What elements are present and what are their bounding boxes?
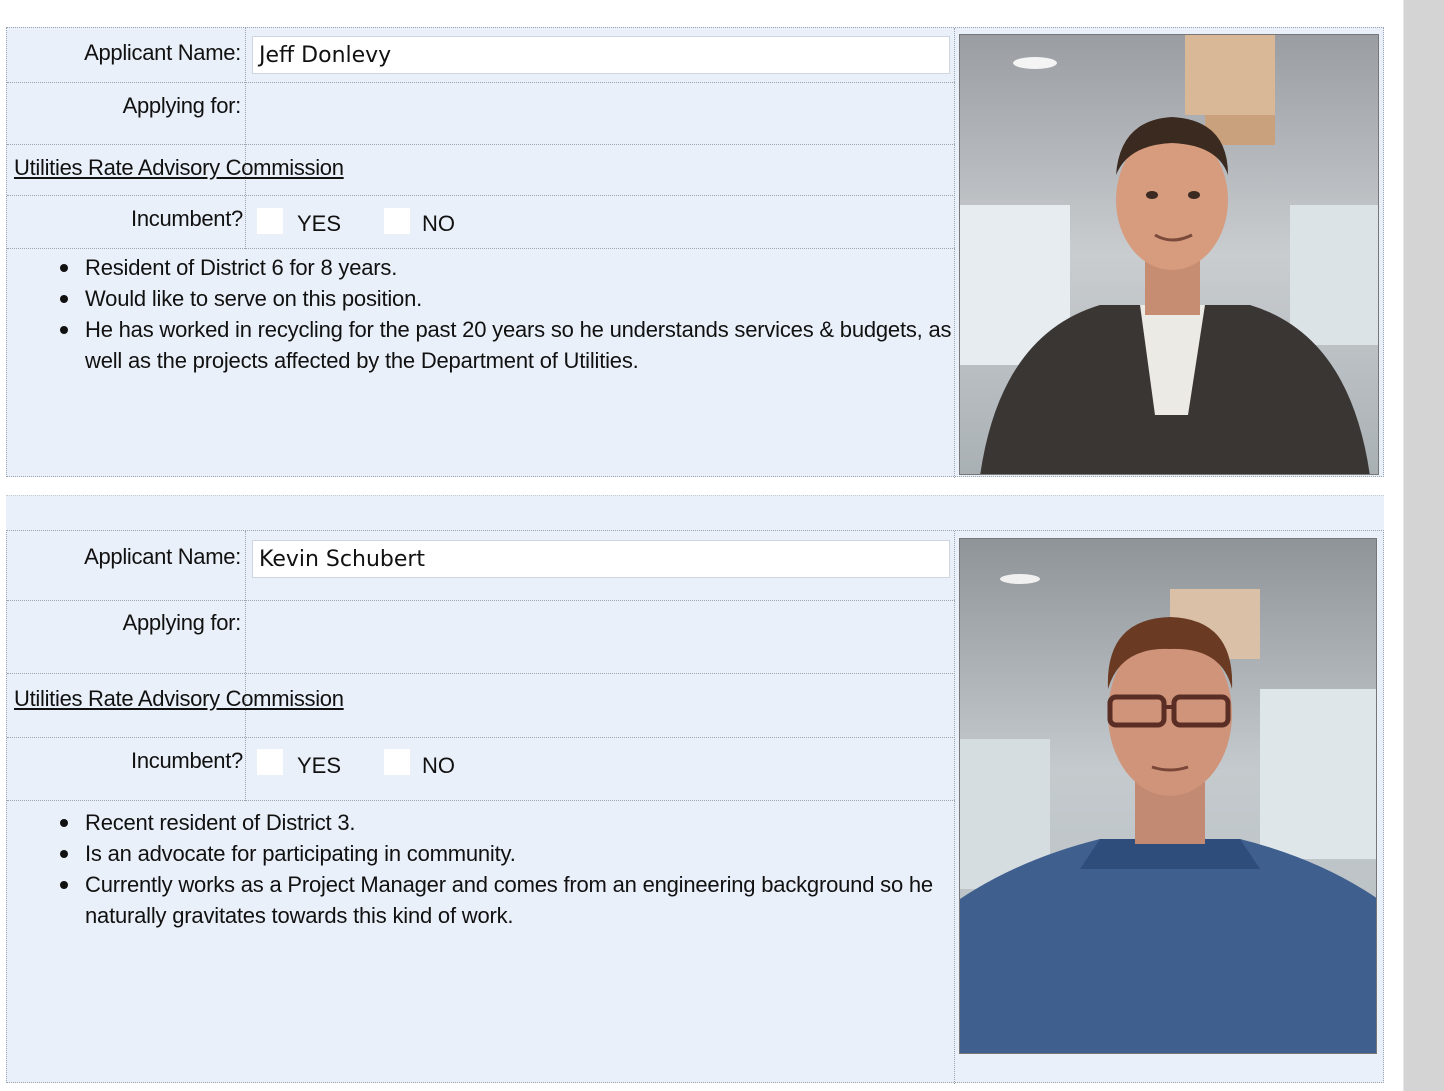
spacer — [6, 495, 1384, 531]
photo-divider — [954, 28, 955, 478]
column-divider — [245, 28, 246, 249]
vertical-scrollbar[interactable] — [1403, 0, 1444, 1091]
yes-label: YES — [297, 753, 342, 778]
applicant-name-label: Applicant Name: — [84, 544, 241, 569]
list-item: Is an advocate for participating in comm… — [7, 838, 952, 869]
incumbent-label: Incumbent? — [131, 748, 243, 773]
incumbent-yes-checkbox[interactable] — [257, 749, 283, 775]
no-label: NO — [422, 211, 455, 236]
applying-for-label: Applying for: — [122, 93, 242, 118]
commission-link[interactable]: Utilities Rate Advisory Commission — [14, 686, 344, 712]
yes-label: YES — [297, 211, 342, 236]
column-divider — [245, 531, 246, 801]
applicant-card: Applicant Name: Jeff Donlevy Applying fo… — [6, 27, 1384, 478]
commission-link[interactable]: Utilities Rate Advisory Commission — [14, 155, 344, 181]
list-item: Resident of District 6 for 8 years. — [7, 252, 952, 283]
list-item: Recent resident of District 3. — [7, 807, 952, 838]
list-item: Currently works as a Project Manager and… — [7, 869, 952, 931]
applicant-card: Applicant Name: Kevin Schubert Applying … — [6, 530, 1384, 1084]
list-item: Would like to serve on this position. — [7, 283, 952, 314]
incumbent-no-checkbox[interactable] — [384, 749, 410, 775]
document-page: Applicant Name: Jeff Donlevy Applying fo… — [0, 0, 1444, 1091]
applicant-notes-list: Recent resident of District 3. Is an adv… — [7, 807, 952, 931]
incumbent-no-checkbox[interactable] — [384, 208, 410, 234]
incumbent-yes-checkbox[interactable] — [257, 208, 283, 234]
applicant-photo — [959, 34, 1379, 475]
applying-for-label: Applying for: — [122, 610, 242, 635]
applicant-name-label: Applicant Name: — [84, 40, 241, 65]
applicant-name-field[interactable]: Kevin Schubert — [252, 540, 950, 578]
list-item: He has worked in recycling for the past … — [7, 314, 952, 376]
applicant-notes-list: Resident of District 6 for 8 years. Woul… — [7, 252, 952, 376]
applicant-name-field[interactable]: Jeff Donlevy — [252, 36, 950, 74]
photo-divider — [954, 531, 955, 1084]
no-label: NO — [422, 753, 455, 778]
incumbent-label: Incumbent? — [131, 206, 243, 231]
applicant-photo — [959, 538, 1377, 1054]
